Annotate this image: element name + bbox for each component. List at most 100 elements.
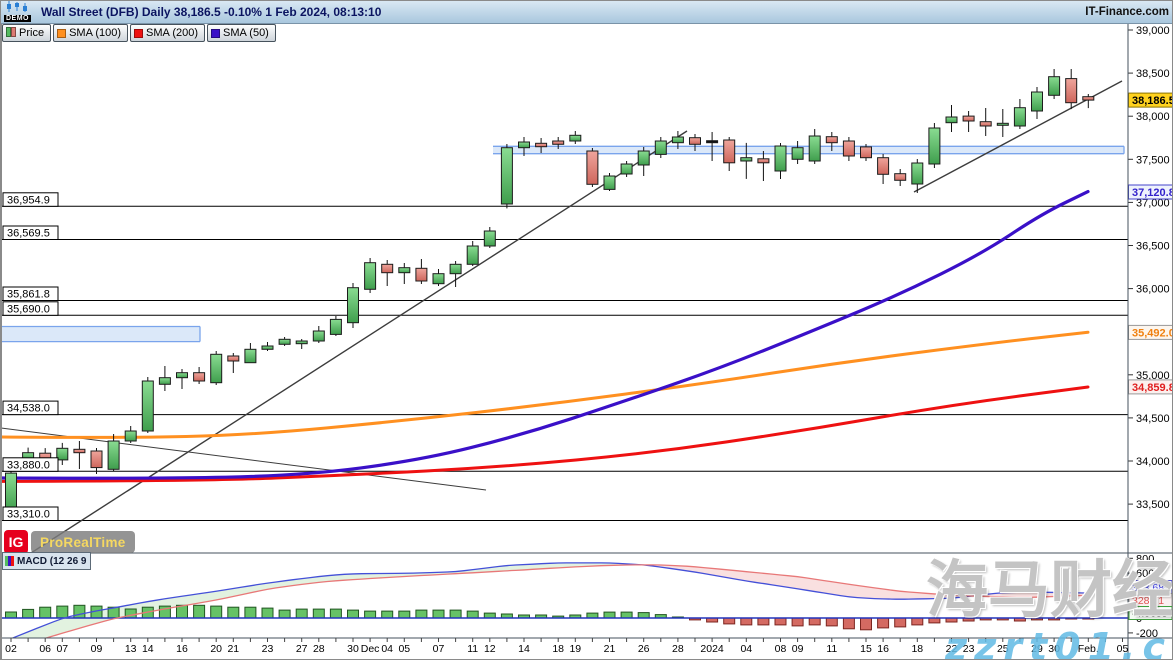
candle	[1032, 92, 1043, 111]
candle	[741, 158, 752, 161]
level-label: 33,310.0	[3, 507, 58, 521]
macd-hist-bar	[843, 618, 854, 629]
macd-hist-bar	[211, 606, 222, 618]
chart-header: DEMO Wall Street (DFB) Daily 38,186.5 -0…	[1, 1, 1173, 24]
macd-hist-bar	[348, 610, 359, 618]
svg-text:28: 28	[313, 643, 325, 655]
svg-text:05: 05	[398, 643, 410, 655]
svg-text:33,880.0: 33,880.0	[7, 459, 50, 471]
level-label: 36,954.9	[3, 193, 58, 207]
candle	[826, 137, 837, 143]
price-axis: 39,000 38,500 38,000 37,500 37,000 36,50…	[1128, 23, 1173, 660]
svg-text:30: 30	[347, 643, 359, 655]
price-chart-canvas[interactable]: 36,954.9 36,569.5 35,861.8 35,690.0 34,5…	[1, 1, 1173, 660]
candle	[553, 141, 564, 144]
macd-hist-bar	[262, 608, 273, 618]
macd-hist-bar	[861, 618, 872, 630]
svg-text:14: 14	[142, 643, 154, 655]
svg-text:34,859.8: 34,859.8	[1132, 382, 1173, 394]
candle	[313, 331, 324, 341]
instrument-title: Wall Street (DFB) Daily 38,186.5 -0.10% …	[41, 5, 381, 19]
svg-text:37,120.8: 37,120.8	[1132, 187, 1173, 199]
sma100-swatch-icon	[57, 29, 66, 38]
legend-item-price[interactable]: Price	[2, 24, 51, 42]
macd-hist-bar	[382, 611, 393, 618]
svg-text:14: 14	[518, 643, 530, 655]
svg-text:22: 22	[946, 643, 958, 655]
macd-hist-bar	[758, 618, 769, 625]
broker-link[interactable]: IT-Finance.com	[1085, 6, 1169, 18]
candle	[861, 147, 872, 158]
macd-hist-bar	[416, 610, 427, 618]
candle	[775, 146, 786, 171]
ig-prorealtime-logo: IG ProRealTime	[4, 530, 135, 554]
macd-hist-bar	[194, 605, 205, 618]
svg-text:18: 18	[911, 643, 923, 655]
candle	[655, 141, 666, 154]
candle	[296, 341, 307, 344]
candle	[416, 268, 427, 281]
svg-text:2024: 2024	[700, 643, 724, 655]
level-label: 35,690.0	[3, 302, 58, 316]
macd-indicator-label[interactable]: MACD (12 26 9	[2, 552, 91, 570]
svg-text:28: 28	[672, 643, 684, 655]
svg-text:13: 13	[125, 643, 137, 655]
legend-item-sma200[interactable]: SMA (200)	[130, 24, 205, 42]
candle	[707, 141, 718, 143]
candle	[194, 373, 205, 381]
svg-text:33,310.0: 33,310.0	[7, 509, 50, 521]
macd-badge: -4.9685	[1129, 607, 1172, 621]
svg-text:38,186.5: 38,186.5	[1132, 95, 1173, 107]
candle	[929, 128, 940, 164]
legend-item-sma100[interactable]: SMA (100)	[53, 24, 128, 42]
svg-text:16: 16	[176, 643, 188, 655]
svg-text:800: 800	[1136, 553, 1154, 565]
svg-text:11: 11	[826, 643, 837, 655]
candle	[895, 174, 906, 181]
svg-text:36,000: 36,000	[1136, 284, 1170, 296]
svg-text:25: 25	[997, 643, 1009, 655]
candle	[570, 135, 581, 141]
svg-text:26: 26	[638, 643, 650, 655]
svg-text:328.71: 328.71	[1132, 595, 1164, 607]
sma200-swatch-icon	[134, 29, 143, 38]
prt-logo: DEMO	[4, 1, 38, 23]
candle	[399, 268, 410, 273]
level-label: 33,880.0	[3, 458, 58, 472]
svg-text:09: 09	[792, 643, 804, 655]
candle	[809, 136, 820, 161]
svg-text:11: 11	[467, 643, 478, 655]
macd-hist-bar	[433, 610, 444, 618]
macd-hist-bar	[6, 612, 17, 618]
svg-text:18: 18	[552, 643, 564, 655]
candle	[159, 378, 170, 385]
svg-text:06: 06	[39, 643, 51, 655]
candle	[108, 441, 119, 469]
svg-text:36,500: 36,500	[1136, 241, 1170, 253]
candle	[1014, 108, 1025, 126]
macd-hist-bar	[878, 618, 889, 628]
svg-text:15: 15	[860, 643, 872, 655]
macd-badge: 333.68	[1129, 581, 1172, 595]
svg-text:02: 02	[5, 643, 17, 655]
macd-icon	[5, 556, 14, 566]
candle	[245, 349, 256, 362]
price-icon	[6, 27, 16, 40]
candlestick-logo-icon	[5, 1, 29, 13]
candle	[878, 158, 889, 175]
svg-text:05: 05	[1117, 643, 1129, 655]
svg-text:27: 27	[296, 643, 308, 655]
candle	[6, 473, 17, 511]
candle	[501, 148, 512, 204]
macd-hist-bar	[809, 618, 820, 625]
svg-text:07: 07	[433, 643, 445, 655]
level-label: 35,861.8	[3, 287, 58, 301]
macd-hist-bar	[23, 609, 34, 618]
candle	[365, 263, 376, 290]
sma50-swatch-icon	[211, 29, 220, 38]
macd-hist-bar	[912, 618, 923, 625]
legend-item-sma50[interactable]: SMA (50)	[207, 24, 276, 42]
candle	[672, 137, 683, 143]
macd-hist-bar	[775, 618, 786, 625]
svg-text:600: 600	[1136, 568, 1154, 580]
